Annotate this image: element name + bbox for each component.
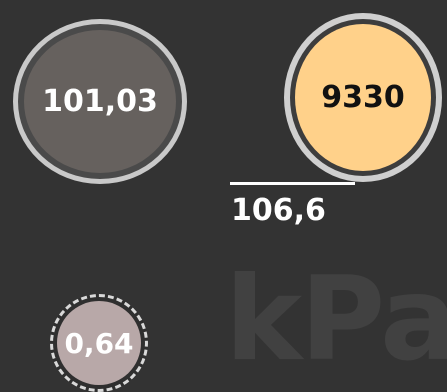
gauge-2-value: 9330: [295, 24, 431, 171]
gauge-circle-1: 101,03: [13, 19, 187, 184]
reading-divider: [230, 182, 355, 185]
gauge-circle-3: 0,64: [50, 294, 148, 392]
gauge-3-value: 0,64: [57, 301, 141, 385]
unit-watermark: kPa: [225, 252, 447, 387]
gauge-1-value: 101,03: [24, 30, 176, 173]
reading-value: 106,6: [231, 193, 326, 228]
gauge-circle-2: 9330: [284, 13, 442, 182]
